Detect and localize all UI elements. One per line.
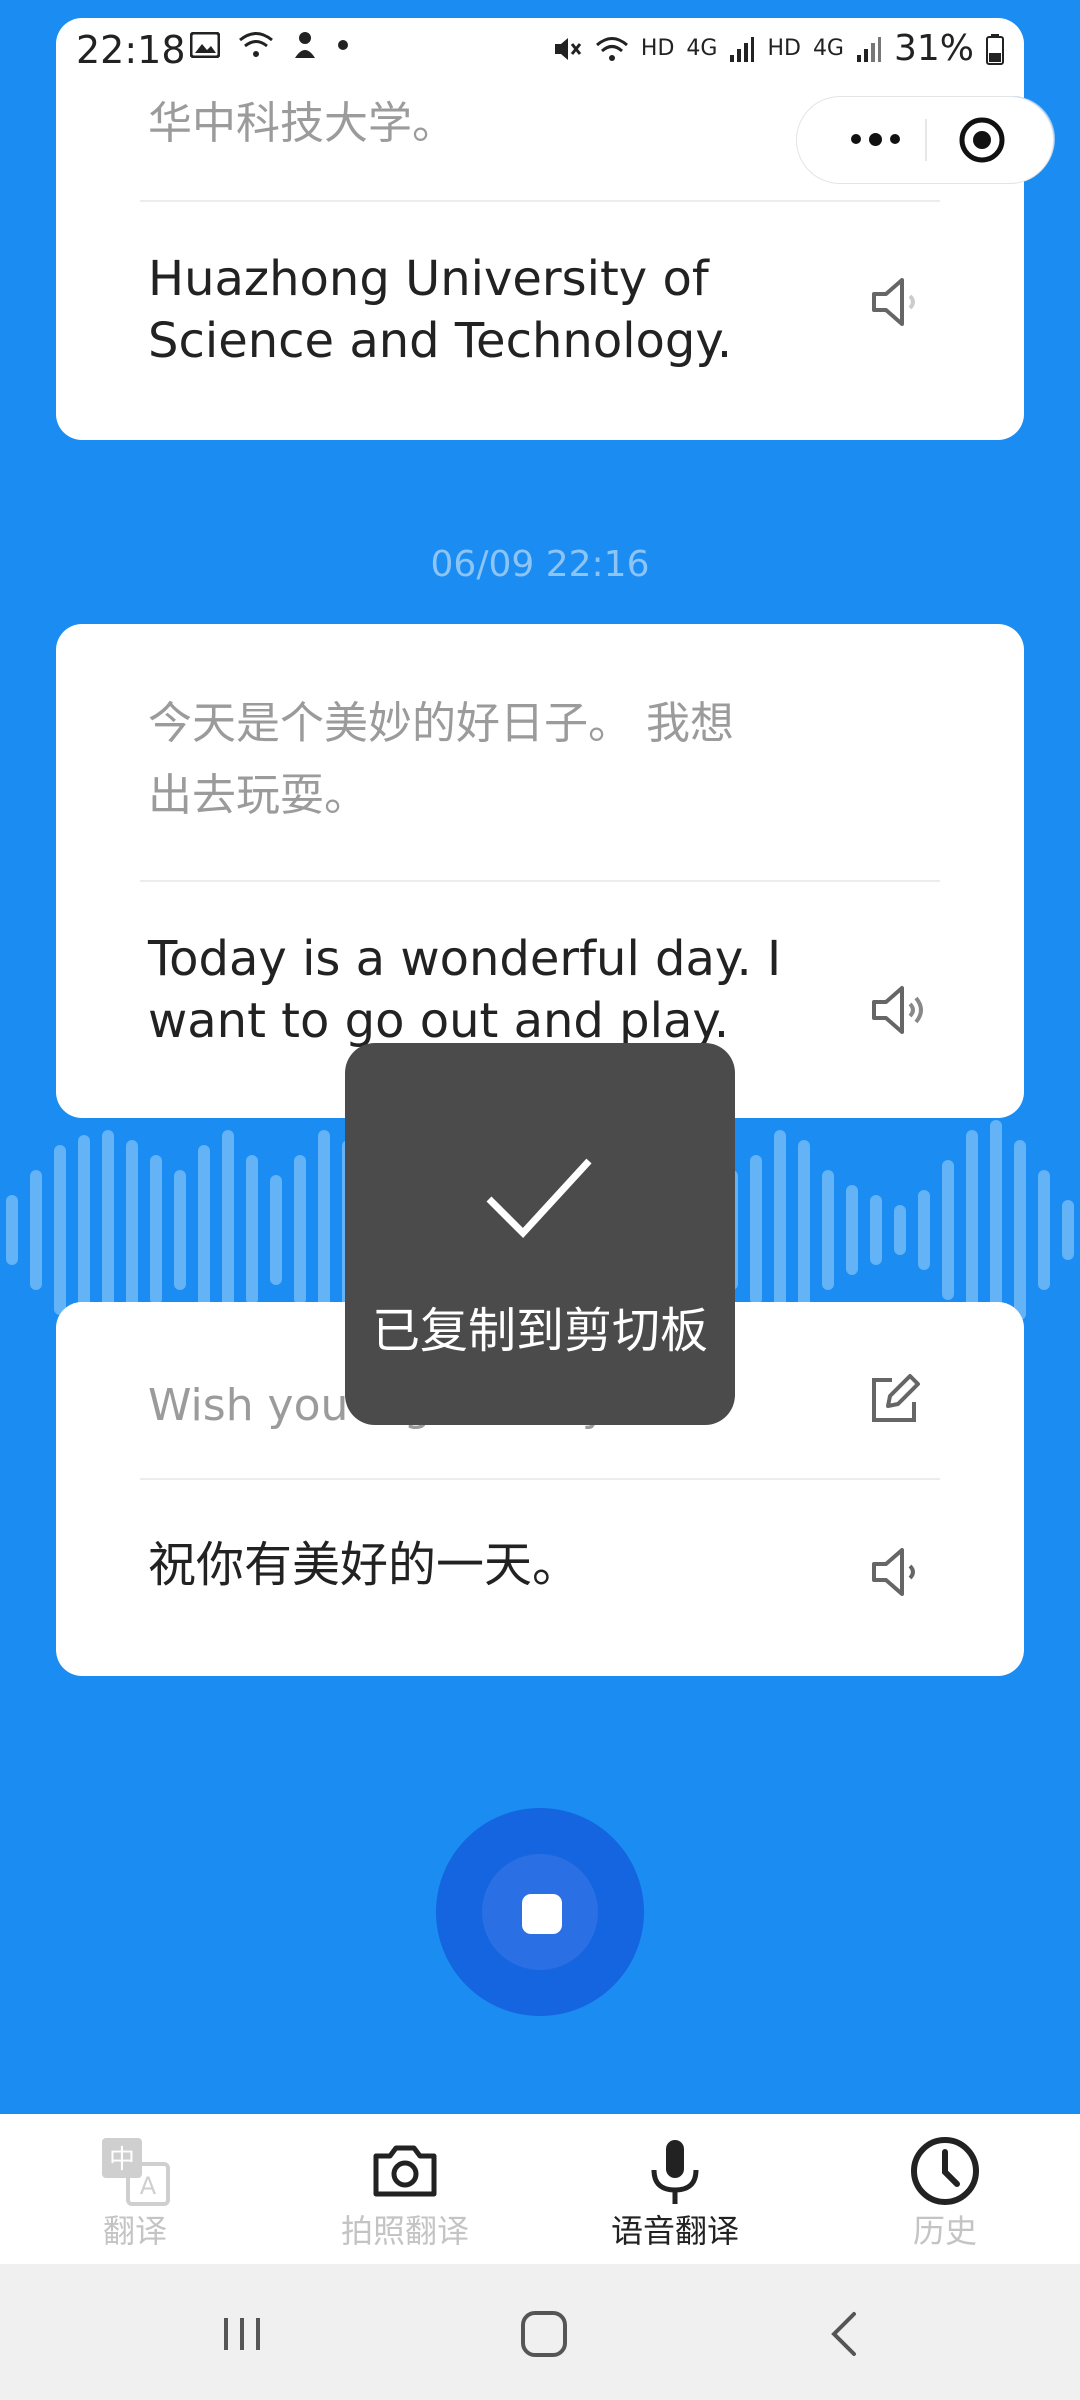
status-left-icons [190,30,350,60]
microphone-icon [651,2140,699,2204]
source-text-line: 今天是个美妙的好日子。 我想 [148,698,734,749]
source-text[interactable]: 华中科技大学。 [148,88,456,160]
tab-label: 语音翻译 [610,2212,739,2250]
tab-history[interactable]: 历史 [810,2114,1080,2264]
home-icon[interactable] [514,2304,574,2364]
waveform-bar [150,1155,162,1305]
waveform-bar [246,1155,258,1305]
status-time: 22:18 [76,28,186,72]
check-icon [486,1158,592,1239]
timestamp: 06/09 22:16 [430,544,650,585]
back-icon[interactable] [816,2304,876,2364]
tab-label: 拍照翻译 [340,2212,469,2250]
capsule-separator [925,119,927,161]
waveform-bar [198,1145,210,1315]
hd-label: HD [640,36,675,61]
tab-label: 历史 [912,2212,977,2250]
target-text-line: Science and Technology. [148,313,733,369]
tab-label: 翻译 [102,2212,167,2250]
waveform-bar [126,1140,138,1320]
more-dots-icon[interactable] [835,121,915,157]
speaker-icon[interactable] [866,270,930,334]
target-text[interactable]: 祝你有美好的一天。 [148,1534,580,1596]
waveform-bar [774,1130,786,1330]
waveform-bar [174,1170,186,1290]
waveform-bar [822,1170,834,1290]
waveform-bar [54,1145,66,1315]
edit-icon[interactable] [862,1368,926,1432]
waveform-bar [894,1205,906,1255]
speaker-icon[interactable] [866,1540,930,1604]
tab-bar: 中A 翻译 拍照翻译 语音翻译 历史 [0,2114,1080,2264]
waveform-bar [846,1185,858,1275]
toast-message: 已复制到剪切板 [371,1303,708,1359]
mute-icon [554,37,582,60]
signal-icon [730,36,755,62]
divider [140,1478,940,1480]
waveform-bar [318,1130,330,1330]
waveform-bar [1014,1140,1026,1320]
app-notification-icon [295,32,315,58]
svg-text:中: 中 [109,2145,135,2175]
waveform-bar [798,1140,810,1320]
recent-apps-icon[interactable] [212,2304,272,2364]
divider [140,200,940,202]
divider [140,880,940,882]
translate-icon: 中A [102,2138,170,2206]
wifi-question-icon [239,32,273,57]
wifi-icon [595,36,628,61]
waveform-bar [6,1195,18,1265]
tab-voice-translate[interactable]: 语音翻译 [540,2114,810,2264]
waveform-bar [78,1135,90,1325]
target-text[interactable]: Huazhong University of Science and Techn… [148,248,732,372]
waveform-bar [102,1130,114,1330]
source-text-line: 出去玩耍。 [148,770,368,821]
target-icon[interactable] [957,115,1007,165]
waveform-bar [222,1130,234,1330]
waveform-bar [294,1155,306,1305]
image-icon [190,32,220,58]
battery-icon [986,33,1004,65]
camera-icon [373,2145,437,2197]
waveform-bar [30,1170,42,1290]
waveform-bar [966,1130,978,1330]
target-text-line: Today is a wonderful day. I [148,931,782,987]
waveform-bar [270,1175,282,1285]
waveform-bar [1062,1200,1074,1260]
status-right: HD 4G HD 4G 31% [551,28,1004,69]
waveform-bar [1038,1170,1050,1290]
network-label: 4G [812,36,844,61]
waveform-bar [942,1160,954,1300]
tab-photo-translate[interactable]: 拍照翻译 [270,2114,540,2264]
waveform-bar [918,1190,930,1270]
target-text-line: Huazhong University of [148,251,709,307]
record-stop-button[interactable] [436,1808,644,2016]
battery-percent: 31% [893,28,974,69]
copied-toast: 已复制到剪切板 [345,1043,735,1425]
dot-icon [338,40,348,50]
network-label: 4G [686,36,718,61]
waveform-bar [750,1155,762,1305]
hd-label: HD [767,36,801,61]
status-bar: 22:18 HD 4G HD 4G 31% [56,18,1024,78]
signal-icon [856,36,881,62]
clock-icon [911,2137,979,2205]
stop-icon [522,1894,562,1934]
system-nav-bar [0,2264,1080,2400]
tab-translate[interactable]: 中A 翻译 [0,2114,270,2264]
capsule-menu [796,96,1054,184]
svg-text:A: A [140,2172,157,2200]
waveform-bar [870,1195,882,1265]
source-text[interactable]: 今天是个美妙的好日子。 我想 出去玩耍。 [148,688,734,832]
